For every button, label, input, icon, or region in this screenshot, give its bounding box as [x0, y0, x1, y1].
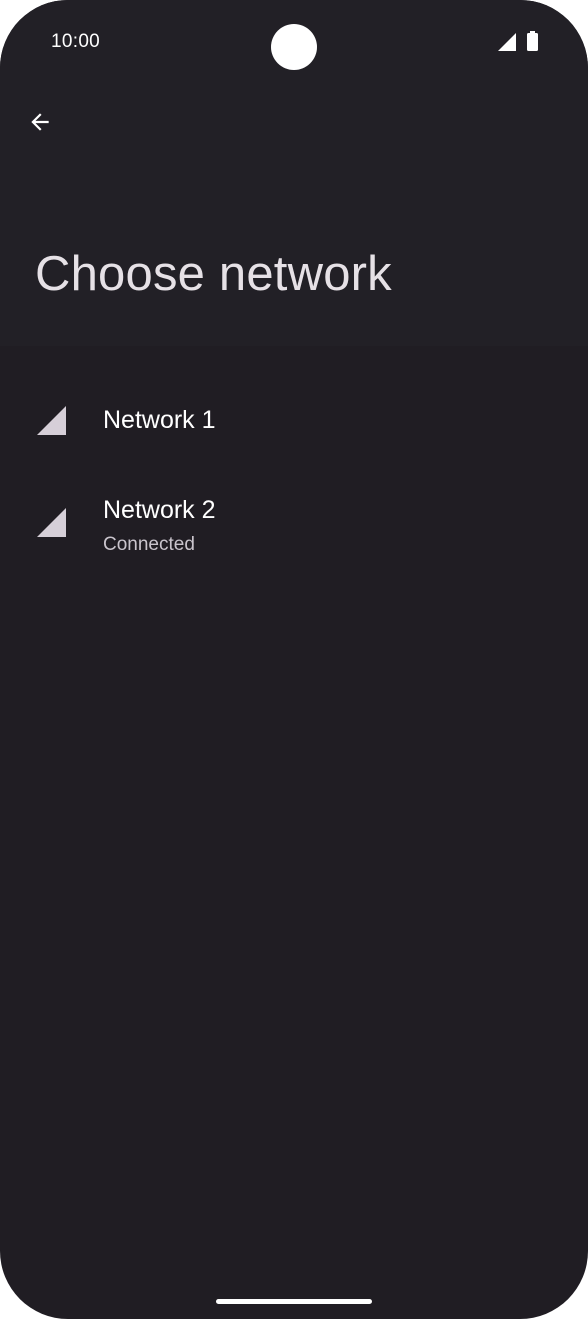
status-time: 10:00	[51, 31, 101, 52]
network-item-2[interactable]: Network 2 Connected	[0, 466, 588, 566]
network-status: Connected	[103, 534, 195, 555]
signal-icon	[37, 508, 66, 537]
app-header: 10:00 Choose network	[0, 0, 588, 346]
phone-screen: 10:00 Choose network Network 1 Network 2…	[0, 0, 588, 1319]
network-item-1[interactable]: Network 1	[0, 376, 588, 466]
camera-cutout	[271, 24, 317, 70]
back-button[interactable]	[16, 98, 64, 146]
network-name: Network 1	[103, 406, 216, 434]
home-indicator[interactable]	[216, 1299, 372, 1304]
cell-signal-icon	[498, 33, 516, 51]
arrow-back-icon	[31, 113, 49, 131]
network-name: Network 2	[103, 496, 216, 524]
page-title: Choose network	[35, 247, 392, 301]
status-bar: 10:00	[0, 0, 588, 84]
battery-icon	[527, 31, 538, 51]
signal-icon	[37, 406, 66, 435]
